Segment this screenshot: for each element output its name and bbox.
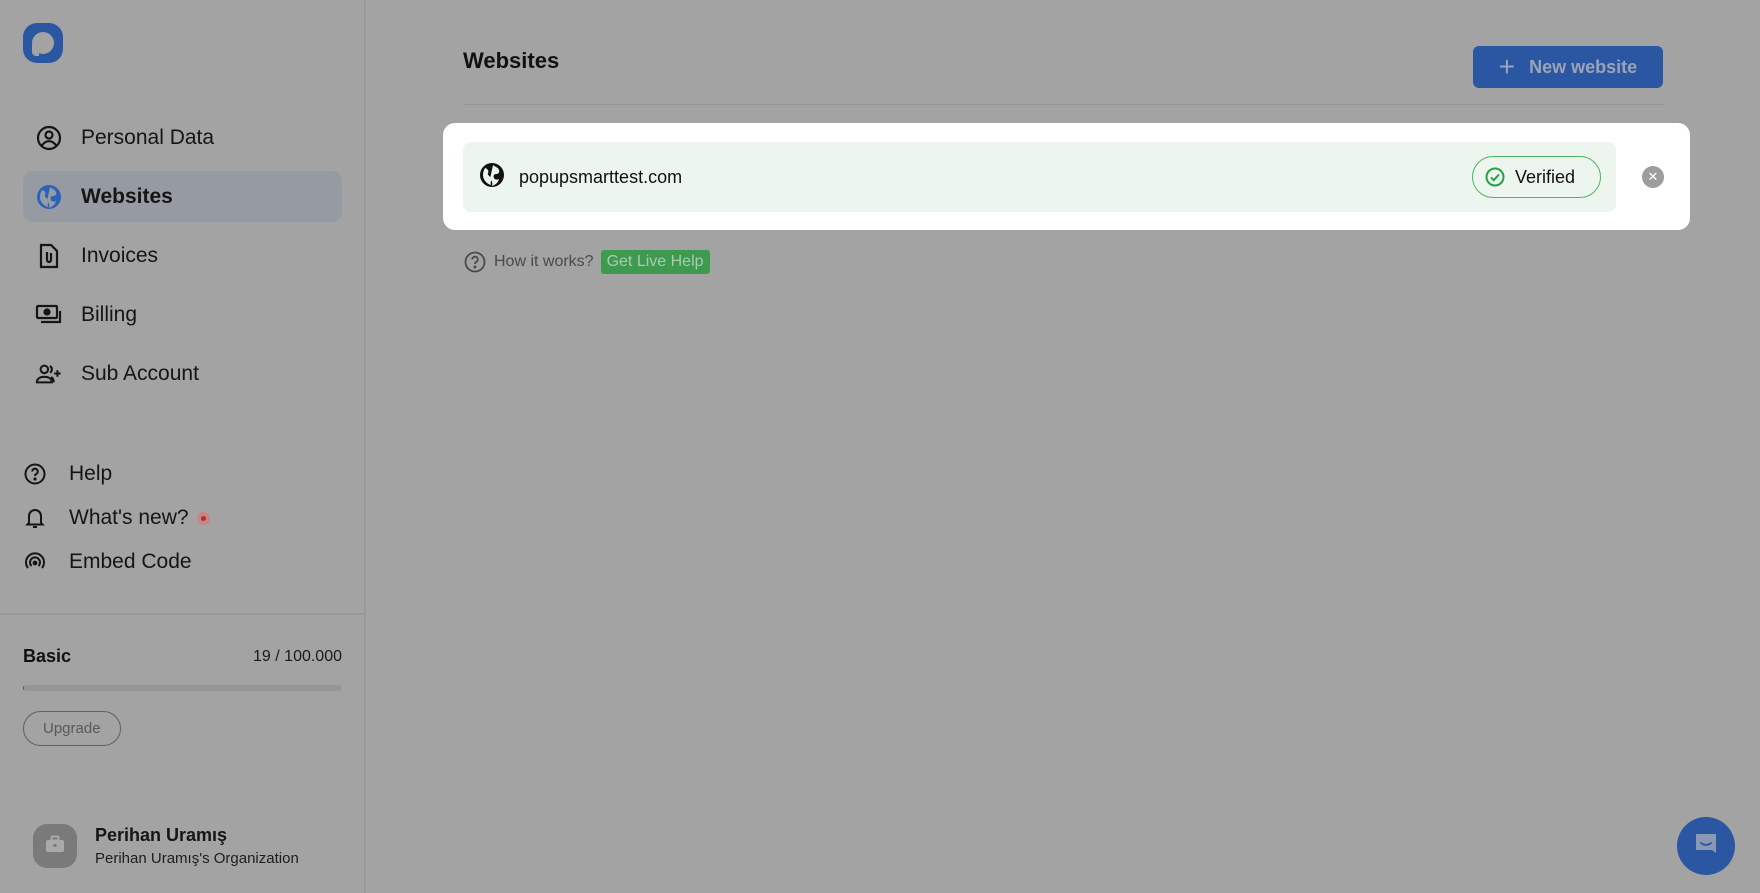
sidebar-nav: Personal Data Websites Invoices Billing …: [23, 112, 342, 407]
sidebar-item-sub-account[interactable]: Sub Account: [23, 348, 342, 399]
sidebar-item-label: Help: [69, 462, 113, 485]
plan-usage-progress: [23, 685, 342, 691]
new-website-button[interactable]: + New website: [1473, 46, 1663, 88]
sidebar-item-label: Websites: [81, 184, 173, 208]
plan-panel: Basic 19 / 100.000 Upgrade: [23, 646, 342, 746]
sidebar-item-label: What's new?: [69, 506, 189, 529]
chat-icon: [1692, 830, 1720, 863]
sidebar-item-label: Billing: [81, 302, 138, 326]
question-circle-icon: [464, 251, 486, 273]
website-domain: popupsmarttest.com: [519, 166, 683, 187]
plus-icon: +: [1498, 51, 1516, 82]
document-clip-icon: [35, 242, 63, 270]
notification-badge: [196, 511, 210, 525]
plan-name: Basic: [23, 646, 72, 666]
avatar: [33, 824, 77, 868]
sidebar: Personal Data Websites Invoices Billing …: [0, 0, 366, 893]
broadcast-icon: [23, 550, 47, 574]
user-circle-icon: [35, 124, 63, 152]
website-card: popupsmarttest.com Verified ✕: [443, 123, 1690, 230]
chat-button[interactable]: [1677, 817, 1735, 875]
globe-icon: [35, 183, 63, 211]
get-live-help-button[interactable]: Get Live Help: [600, 250, 710, 274]
sidebar-item-whats-new[interactable]: What's new?: [23, 496, 342, 540]
remove-website-button[interactable]: ✕: [1642, 166, 1664, 188]
sidebar-item-label: Embed Code: [69, 550, 192, 573]
sidebar-item-label: Sub Account: [81, 361, 199, 385]
sidebar-secondary-nav: Help What's new? Embed Code: [23, 452, 342, 584]
sidebar-item-label: Invoices: [81, 243, 159, 267]
money-icon: [35, 301, 63, 329]
plan-usage-progress-fill: [23, 685, 24, 691]
close-icon: ✕: [1647, 169, 1659, 184]
sidebar-item-websites[interactable]: Websites: [23, 171, 342, 222]
briefcase-icon: [45, 835, 65, 858]
bell-icon: [23, 506, 47, 530]
website-row[interactable]: popupsmarttest.com Verified: [463, 142, 1616, 212]
sidebar-item-billing[interactable]: Billing: [23, 289, 342, 340]
globe-icon: [479, 162, 505, 193]
user-add-icon: [35, 360, 63, 388]
logo[interactable]: [23, 23, 63, 63]
help-row: How it works? Get Live Help: [464, 250, 710, 274]
sidebar-item-personal-data[interactable]: Personal Data: [23, 112, 342, 163]
user-organization: Perihan Uramış's Organization: [95, 850, 299, 867]
how-it-works-text: How it works?: [494, 253, 594, 270]
sidebar-item-invoices[interactable]: Invoices: [23, 230, 342, 281]
check-circle-icon: [1485, 167, 1505, 187]
status-badge: Verified: [1472, 156, 1601, 198]
header-divider: [463, 104, 1663, 105]
question-circle-icon: [23, 462, 47, 486]
page-title: Websites: [463, 48, 560, 73]
sidebar-item-embed-code[interactable]: Embed Code: [23, 540, 342, 584]
plan-usage: 19 / 100.000: [253, 647, 342, 665]
upgrade-button[interactable]: Upgrade: [23, 711, 121, 746]
sidebar-divider: [0, 613, 366, 615]
sidebar-item-help[interactable]: Help: [23, 452, 342, 496]
user-name: Perihan Uramış: [95, 825, 228, 845]
sidebar-item-label: Personal Data: [81, 125, 215, 149]
user-profile[interactable]: Perihan Uramış Perihan Uramış's Organiza…: [33, 824, 299, 868]
